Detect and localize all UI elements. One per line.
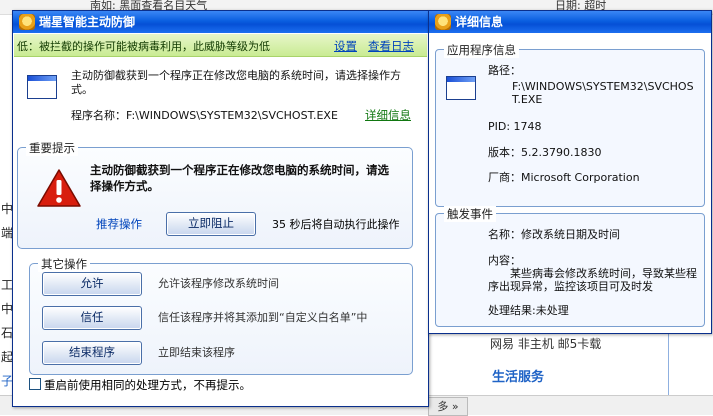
header-message: 主动防御截获到一个程序正在修改您电脑的系统时间，请选择操作方式。 — [71, 69, 401, 96]
warning-icon — [37, 169, 81, 207]
detail-titlebar[interactable]: 详细信息 — [429, 11, 711, 33]
important-notice-legend: 重要提示 — [26, 140, 78, 156]
countdown-text: 秒后将自动执行此操作 — [289, 218, 400, 231]
block-now-button[interactable]: 立即阻止 — [166, 212, 256, 236]
process-path: F:\WINDOWS\SYSTEM32\SVCHOST.EXE — [126, 109, 338, 122]
details-link[interactable]: 详细信息 — [365, 107, 411, 123]
important-notice-group: 重要提示 主动防御截获到一个程序正在修改您电脑的系统时间，请选择操作方式。 推荐… — [17, 140, 413, 249]
app-pid: PID: 1748 — [488, 120, 542, 133]
rising-lion-icon — [435, 14, 451, 30]
remember-choice-row[interactable]: 重启前使用相同的处理方式，不再提示。 — [29, 377, 251, 393]
program-window-icon — [27, 75, 57, 99]
allow-description: 允许该程序修改系统时间 — [158, 277, 279, 290]
background-life-services-title: 生活服务 — [492, 370, 545, 385]
remember-choice-checkbox[interactable] — [29, 378, 41, 390]
trust-description: 信任该程序并将其添加到“自定义白名单”中 — [158, 311, 368, 324]
detail-info-window: 详细信息 应用程序信息 路径： F:\WINDOWS\SYSTEM32\SVCH… — [428, 10, 712, 334]
trigger-event-legend: 触发事件 — [444, 206, 496, 222]
remember-choice-label: 重启前使用相同的处理方式，不再提示。 — [44, 378, 251, 392]
background-more-button[interactable]: 多 » — [428, 397, 468, 416]
recommended-action-label: 推荐操作 — [96, 217, 142, 231]
process-name-line: 程序名称：F:\WINDOWS\SYSTEM32\SVCHOST.EXE — [71, 107, 338, 123]
end-program-button[interactable]: 结束程序 — [42, 341, 142, 365]
trigger-content-text: 某些病毒会修改系统时间，导致某些程序出现异常，监控该项目可及时发 — [488, 267, 697, 293]
main-window-title: 瑞星智能主动防御 — [39, 15, 136, 29]
app-info-group: 应用程序信息 路径： F:\WINDOWS\SYSTEM32\SVCHOST.E… — [435, 42, 705, 207]
trigger-result: 处理结果:未处理 — [488, 304, 569, 317]
detail-window-title: 详细信息 — [455, 15, 504, 29]
app-info-legend: 应用程序信息 — [444, 42, 519, 58]
app-path-value: F:\WINDOWS\SYSTEM32\SVCHOST.EXE — [512, 80, 694, 106]
rising-lion-icon — [19, 14, 35, 30]
other-actions-group: 其它操作 允许 允许该程序修改系统时间 信任 信任该程序并将其添加到“自定义白名… — [29, 256, 413, 375]
trust-button[interactable]: 信任 — [42, 306, 142, 330]
trigger-name: 名称：修改系统日期及时间 — [488, 228, 620, 241]
other-actions-legend: 其它操作 — [38, 256, 90, 272]
countdown-seconds: 35 — [272, 218, 286, 231]
app-vendor: 厂商：Microsoft Corporation — [488, 171, 640, 184]
app-window-icon — [446, 76, 476, 100]
background-garbled-text: 网易 非主机 邮5卡载 — [490, 337, 602, 351]
risk-level-text: 低：被拦截的操作可能被病毒利用，此威胁等级为低 — [17, 40, 270, 53]
rising-defense-window: 瑞星智能主动防御 低：被拦截的操作可能被病毒利用，此威胁等级为低 设置 查看日志… — [12, 10, 429, 407]
end-program-description: 立即结束该程序 — [158, 346, 235, 359]
main-titlebar[interactable]: 瑞星智能主动防御 — [13, 11, 428, 33]
app-version: 版本：5.2.3790.1830 — [488, 146, 602, 159]
view-log-link[interactable]: 查看日志 — [368, 38, 414, 54]
trigger-content-label: 内容： — [488, 254, 521, 267]
settings-link[interactable]: 设置 — [334, 38, 357, 54]
app-path-label: 路径： — [488, 64, 521, 77]
risk-level-bar: 低：被拦截的操作可能被病毒利用，此威胁等级为低 设置 查看日志 — [14, 34, 427, 57]
allow-button[interactable]: 允许 — [42, 272, 142, 296]
process-name-label: 程序名称： — [71, 109, 126, 122]
auto-action-countdown: 35 秒后将自动执行此操作 — [272, 216, 400, 232]
trigger-event-group: 触发事件 名称：修改系统日期及时间 内容： 某些病毒会修改系统时间，导致某些程序… — [435, 206, 705, 327]
important-notice-text: 主动防御截获到一个程序正在修改您电脑的系统时间，请选择操作方式。 — [90, 163, 389, 193]
